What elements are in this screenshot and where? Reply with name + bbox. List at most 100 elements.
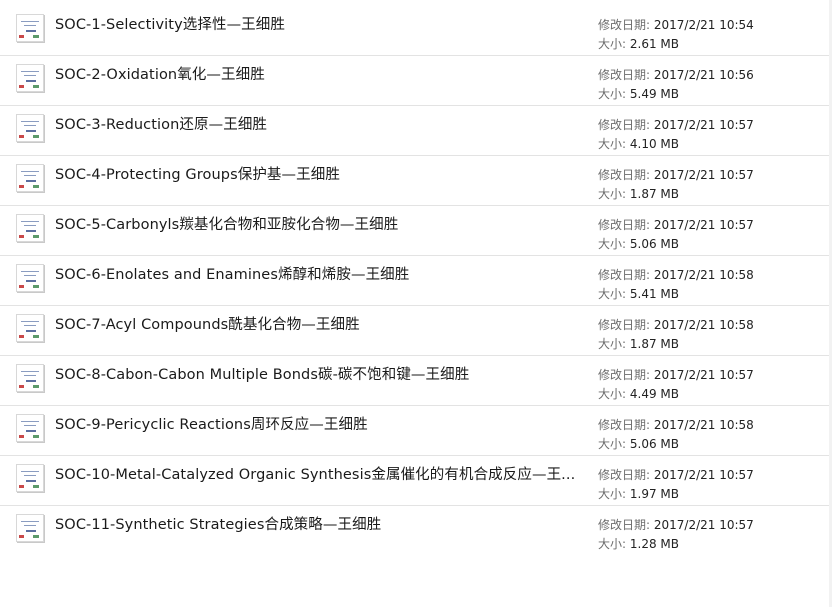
- size-value: 1.97 MB: [629, 487, 679, 501]
- file-size: 大小: 1.87 MB: [598, 335, 679, 352]
- file-row[interactable]: SOC-2-Oxidation氧化—王细胜 修改日期: 2017/2/21 10…: [0, 56, 829, 106]
- pdf-thumbnail-icon: [16, 414, 44, 442]
- file-name[interactable]: SOC-4-Protecting Groups保护基—王细胜: [55, 163, 575, 184]
- file-size: 大小: 4.10 MB: [598, 135, 679, 152]
- modified-value: 2017/2/21 10:57: [653, 218, 754, 232]
- size-value: 1.28 MB: [629, 537, 679, 551]
- size-label: 大小:: [598, 187, 627, 201]
- file-explorer-window: SOC-1-Selectivity选择性—王细胜 修改日期: 2017/2/21…: [0, 0, 832, 607]
- modified-date: 修改日期: 2017/2/21 10:57: [598, 166, 754, 183]
- file-name[interactable]: SOC-1-Selectivity选择性—王细胜: [55, 13, 575, 34]
- modified-date: 修改日期: 2017/2/21 10:58: [598, 266, 754, 283]
- pdf-thumbnail-icon: [16, 14, 44, 42]
- size-label: 大小:: [598, 487, 627, 501]
- size-label: 大小:: [598, 137, 627, 151]
- pdf-thumbnail-icon: [16, 64, 44, 92]
- modified-value: 2017/2/21 10:57: [653, 468, 754, 482]
- file-row[interactable]: SOC-4-Protecting Groups保护基—王细胜 修改日期: 201…: [0, 156, 829, 206]
- modified-label: 修改日期:: [598, 418, 651, 432]
- size-value: 5.41 MB: [629, 287, 679, 301]
- modified-label: 修改日期:: [598, 18, 651, 32]
- modified-date: 修改日期: 2017/2/21 10:57: [598, 516, 754, 533]
- file-size: 大小: 5.41 MB: [598, 285, 679, 302]
- file-size: 大小: 1.28 MB: [598, 535, 679, 552]
- file-size: 大小: 5.06 MB: [598, 235, 679, 252]
- file-row[interactable]: SOC-3-Reduction还原—王细胜 修改日期: 2017/2/21 10…: [0, 106, 829, 156]
- file-size: 大小: 1.87 MB: [598, 185, 679, 202]
- modified-label: 修改日期:: [598, 118, 651, 132]
- file-row[interactable]: SOC-7-Acyl Compounds酰基化合物—王细胜 修改日期: 2017…: [0, 306, 829, 356]
- modified-date: 修改日期: 2017/2/21 10:57: [598, 116, 754, 133]
- pdf-thumbnail-icon: [16, 164, 44, 192]
- file-size: 大小: 4.49 MB: [598, 385, 679, 402]
- modified-value: 2017/2/21 10:57: [653, 118, 754, 132]
- size-value: 1.87 MB: [629, 337, 679, 351]
- pdf-thumbnail-icon: [16, 364, 44, 392]
- pdf-thumbnail-icon: [16, 114, 44, 142]
- file-size: 大小: 1.97 MB: [598, 485, 679, 502]
- file-list: SOC-1-Selectivity选择性—王细胜 修改日期: 2017/2/21…: [0, 6, 829, 555]
- modified-value: 2017/2/21 10:58: [653, 318, 754, 332]
- modified-label: 修改日期:: [598, 218, 651, 232]
- modified-date: 修改日期: 2017/2/21 10:58: [598, 316, 754, 333]
- file-row[interactable]: SOC-5-Carbonyls羰基化合物和亚胺化合物—王细胜 修改日期: 201…: [0, 206, 829, 256]
- size-value: 4.10 MB: [629, 137, 679, 151]
- modified-value: 2017/2/21 10:58: [653, 268, 754, 282]
- modified-label: 修改日期:: [598, 368, 651, 382]
- modified-value: 2017/2/21 10:57: [653, 368, 754, 382]
- size-label: 大小:: [598, 387, 627, 401]
- modified-date: 修改日期: 2017/2/21 10:56: [598, 66, 754, 83]
- file-row[interactable]: SOC-6-Enolates and Enamines烯醇和烯胺—王细胜 修改日…: [0, 256, 829, 306]
- file-name[interactable]: SOC-10-Metal-Catalyzed Organic Synthesis…: [55, 463, 575, 484]
- pdf-thumbnail-icon: [16, 214, 44, 242]
- file-row[interactable]: SOC-8-Cabon-Cabon Multiple Bonds碳-碳不饱和键—…: [0, 356, 829, 406]
- size-label: 大小:: [598, 87, 627, 101]
- modified-value: 2017/2/21 10:57: [653, 168, 754, 182]
- size-label: 大小:: [598, 37, 627, 51]
- modified-date: 修改日期: 2017/2/21 10:57: [598, 366, 754, 383]
- size-value: 5.06 MB: [629, 237, 679, 251]
- file-size: 大小: 2.61 MB: [598, 35, 679, 52]
- size-value: 1.87 MB: [629, 187, 679, 201]
- pdf-thumbnail-icon: [16, 514, 44, 542]
- file-row[interactable]: SOC-10-Metal-Catalyzed Organic Synthesis…: [0, 456, 829, 506]
- file-size: 大小: 5.06 MB: [598, 435, 679, 452]
- size-value: 4.49 MB: [629, 387, 679, 401]
- file-row[interactable]: SOC-1-Selectivity选择性—王细胜 修改日期: 2017/2/21…: [0, 6, 829, 56]
- modified-date: 修改日期: 2017/2/21 10:54: [598, 16, 754, 33]
- file-name[interactable]: SOC-5-Carbonyls羰基化合物和亚胺化合物—王细胜: [55, 213, 575, 234]
- file-name[interactable]: SOC-3-Reduction还原—王细胜: [55, 113, 575, 134]
- file-name[interactable]: SOC-11-Synthetic Strategies合成策略—王细胜: [55, 513, 575, 534]
- pdf-thumbnail-icon: [16, 264, 44, 292]
- file-name[interactable]: SOC-8-Cabon-Cabon Multiple Bonds碳-碳不饱和键—…: [55, 363, 575, 384]
- modified-value: 2017/2/21 10:56: [653, 68, 754, 82]
- pdf-thumbnail-icon: [16, 314, 44, 342]
- modified-label: 修改日期:: [598, 518, 651, 532]
- file-size: 大小: 5.49 MB: [598, 85, 679, 102]
- file-name[interactable]: SOC-9-Pericyclic Reactions周环反应—王细胜: [55, 413, 575, 434]
- size-label: 大小:: [598, 337, 627, 351]
- modified-value: 2017/2/21 10:57: [653, 518, 754, 532]
- size-value: 5.49 MB: [629, 87, 679, 101]
- file-row[interactable]: SOC-11-Synthetic Strategies合成策略—王细胜 修改日期…: [0, 506, 829, 555]
- modified-date: 修改日期: 2017/2/21 10:58: [598, 416, 754, 433]
- size-value: 2.61 MB: [629, 37, 679, 51]
- modified-date: 修改日期: 2017/2/21 10:57: [598, 466, 754, 483]
- file-row[interactable]: SOC-9-Pericyclic Reactions周环反应—王细胜 修改日期:…: [0, 406, 829, 456]
- modified-label: 修改日期:: [598, 168, 651, 182]
- modified-label: 修改日期:: [598, 318, 651, 332]
- modified-label: 修改日期:: [598, 268, 651, 282]
- modified-label: 修改日期:: [598, 468, 651, 482]
- modified-value: 2017/2/21 10:58: [653, 418, 754, 432]
- modified-label: 修改日期:: [598, 68, 651, 82]
- size-label: 大小:: [598, 537, 627, 551]
- size-value: 5.06 MB: [629, 437, 679, 451]
- size-label: 大小:: [598, 287, 627, 301]
- modified-value: 2017/2/21 10:54: [653, 18, 754, 32]
- file-name[interactable]: SOC-7-Acyl Compounds酰基化合物—王细胜: [55, 313, 575, 334]
- modified-date: 修改日期: 2017/2/21 10:57: [598, 216, 754, 233]
- size-label: 大小:: [598, 437, 627, 451]
- file-name[interactable]: SOC-2-Oxidation氧化—王细胜: [55, 63, 575, 84]
- file-name[interactable]: SOC-6-Enolates and Enamines烯醇和烯胺—王细胜: [55, 263, 575, 284]
- pdf-thumbnail-icon: [16, 464, 44, 492]
